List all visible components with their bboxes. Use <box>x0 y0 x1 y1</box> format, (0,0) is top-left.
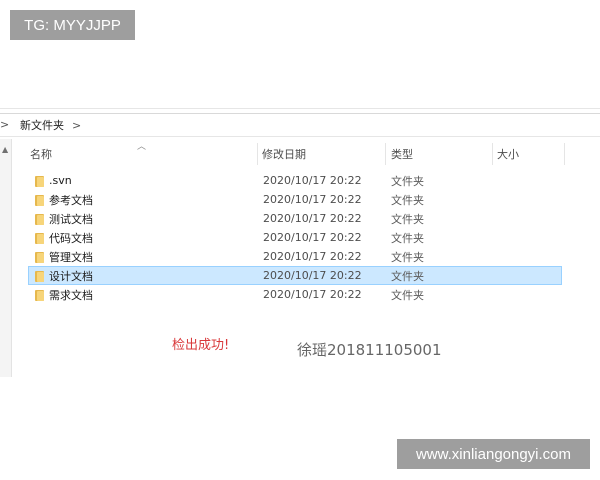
column-header-size-label: 大小 <box>497 148 519 161</box>
folder-icon <box>35 195 44 206</box>
file-type: 文件夹 <box>391 288 424 302</box>
column-header-modified[interactable]: 修改日期 <box>262 139 306 169</box>
file-modified: 2020/10/17 20:22 <box>263 174 362 187</box>
file-row-management-docs[interactable]: 管理文档 2020/10/17 20:22 文件夹 <box>28 247 562 266</box>
file-modified: 2020/10/17 20:22 <box>263 231 362 244</box>
file-row-test-docs[interactable]: 测试文档 2020/10/17 20:22 文件夹 <box>28 209 562 228</box>
file-type: 文件夹 <box>391 231 424 245</box>
folder-icon <box>35 233 44 244</box>
folder-icon <box>35 271 44 282</box>
checkout-success-message: 检出成功! <box>172 338 230 353</box>
file-type: 文件夹 <box>391 212 424 226</box>
file-type: 文件夹 <box>391 250 424 264</box>
address-back-chevron-icon[interactable]: > <box>0 119 9 131</box>
watermark-bottom: www.xinliangongyi.com <box>397 439 590 469</box>
file-row-design-docs[interactable]: 设计文档 2020/10/17 20:22 文件夹 <box>28 266 562 285</box>
file-type: 文件夹 <box>391 193 424 207</box>
file-modified: 2020/10/17 20:22 <box>263 269 362 282</box>
scroll-up-arrow-icon[interactable]: ▲ <box>2 145 8 154</box>
file-type: 文件夹 <box>391 174 424 188</box>
author-caption: 徐瑶201811105001 <box>297 341 442 359</box>
file-row-requirements-docs[interactable]: 需求文档 2020/10/17 20:22 文件夹 <box>28 285 562 304</box>
column-header-modified-label: 修改日期 <box>262 148 306 161</box>
column-header-type[interactable]: 类型 <box>391 139 413 169</box>
file-name: .svn <box>49 174 72 187</box>
file-name: 管理文档 <box>49 250 93 264</box>
column-header-size[interactable]: 大小 <box>497 139 519 169</box>
file-modified: 2020/10/17 20:22 <box>263 193 362 206</box>
column-divider[interactable] <box>564 143 565 165</box>
nav-pane-scrollbar[interactable]: ▲ <box>0 139 12 377</box>
column-divider[interactable] <box>492 143 493 165</box>
file-modified: 2020/10/17 20:22 <box>263 212 362 225</box>
address-bar[interactable]: > 新文件夹 > <box>0 113 600 137</box>
file-name: 需求文档 <box>49 288 93 302</box>
column-header-name-label: 名称 <box>30 148 52 161</box>
column-divider[interactable] <box>257 143 258 165</box>
column-header-row: ︿ 名称 修改日期 类型 大小 <box>12 139 600 169</box>
file-row-reference-docs[interactable]: 参考文档 2020/10/17 20:22 文件夹 <box>28 190 562 209</box>
file-name: 测试文档 <box>49 212 93 226</box>
folder-icon <box>35 176 44 187</box>
file-name: 设计文档 <box>49 269 93 283</box>
file-explorer-window: > 新文件夹 > ▲ ︿ 名称 修改日期 类型 大小 .svn 2020/10/… <box>0 108 600 377</box>
column-divider[interactable] <box>385 143 386 165</box>
address-chevron-icon[interactable]: > <box>72 119 81 132</box>
file-row-svn[interactable]: .svn 2020/10/17 20:22 文件夹 <box>28 171 562 190</box>
file-modified: 2020/10/17 20:22 <box>263 288 362 301</box>
folder-icon <box>35 214 44 225</box>
file-name: 参考文档 <box>49 193 93 207</box>
folder-icon <box>35 252 44 263</box>
sort-ascending-icon: ︿ <box>137 142 147 152</box>
column-header-type-label: 类型 <box>391 148 413 161</box>
watermark-top-text: TG: MYYJJPP <box>24 16 121 34</box>
file-name: 代码文档 <box>49 231 93 245</box>
column-header-name[interactable]: 名称 <box>30 139 52 169</box>
watermark-top: TG: MYYJJPP <box>10 10 135 40</box>
file-modified: 2020/10/17 20:22 <box>263 250 362 263</box>
file-list: .svn 2020/10/17 20:22 文件夹 参考文档 2020/10/1… <box>28 171 562 304</box>
folder-icon <box>35 290 44 301</box>
file-type: 文件夹 <box>391 269 424 283</box>
address-path-segment[interactable]: 新文件夹 <box>20 117 64 133</box>
watermark-bottom-text: www.xinliangongyi.com <box>415 445 572 463</box>
file-row-code-docs[interactable]: 代码文档 2020/10/17 20:22 文件夹 <box>28 228 562 247</box>
